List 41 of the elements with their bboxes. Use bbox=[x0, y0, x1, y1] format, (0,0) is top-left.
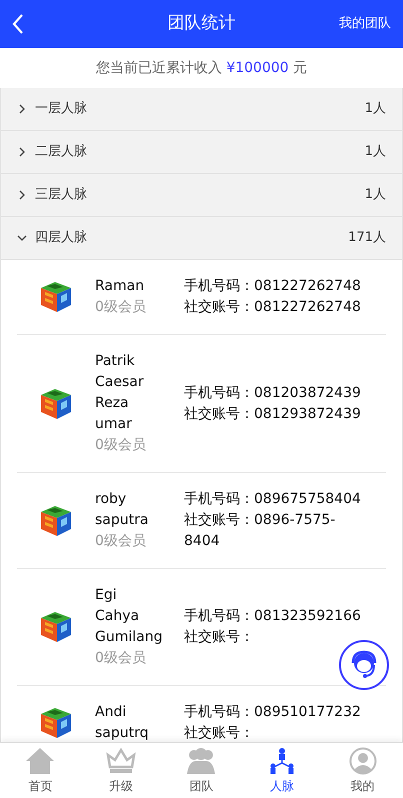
user-icon bbox=[348, 746, 378, 774]
house-icon bbox=[25, 746, 56, 774]
social-account: 社交账号：0896-7575-8404 bbox=[184, 511, 336, 551]
phone-number: 手机号码：081323592166 bbox=[184, 607, 362, 626]
phone-number: 手机号码：081203872439 bbox=[184, 384, 362, 402]
social-account: 社交账号：081227262748 bbox=[184, 298, 362, 317]
level-row[interactable]: 四层人脉 171人 bbox=[1, 217, 402, 260]
member-rank: 0级会员 bbox=[95, 532, 147, 551]
member-name: roby saputra bbox=[95, 490, 150, 530]
member-name: Andi saputrq bbox=[95, 703, 150, 742]
social-account: 社交账号： bbox=[184, 724, 255, 742]
people-icon bbox=[186, 746, 216, 774]
member-rank: 0级会员 bbox=[95, 436, 147, 455]
social-account: 社交账号：081293872439 bbox=[184, 404, 362, 424]
social-account: 社交账号： bbox=[184, 628, 255, 647]
member-rank: 0级会员 bbox=[95, 649, 147, 668]
my-team-link[interactable]: 我的团队 bbox=[339, 14, 391, 34]
tab-item[interactable]: 升级 bbox=[80, 743, 162, 798]
page-title: 团队统计 bbox=[168, 12, 236, 36]
level-row[interactable]: 二层人脉 1人 bbox=[1, 131, 402, 174]
member-name: Raman bbox=[95, 277, 146, 296]
phone-number: 手机号码：089675758404 bbox=[184, 490, 362, 509]
member-name: Egi Cahya Gumilang bbox=[95, 586, 164, 647]
tab-item[interactable]: 团队 bbox=[161, 743, 242, 798]
back-icon bbox=[12, 13, 24, 35]
phone-number: 手机号码：081227262748 bbox=[184, 277, 362, 296]
member-rank: 0级会员 bbox=[95, 298, 147, 317]
tab-item[interactable]: 人脉 bbox=[242, 743, 322, 798]
crown-icon bbox=[106, 746, 136, 774]
income-summary: 您当前已近累计收入 ¥100000 元 bbox=[94, 58, 308, 78]
tab-item[interactable]: 我的 bbox=[322, 743, 403, 798]
chevron-right-icon bbox=[17, 190, 27, 200]
level-row[interactable]: 三层人脉 1人 bbox=[1, 174, 402, 217]
chevron-right-icon bbox=[17, 147, 27, 157]
customer-service-button[interactable] bbox=[339, 640, 389, 690]
level-row[interactable]: 一层人脉 1人 bbox=[1, 88, 402, 131]
phone-number: 手机号码：089510177232 bbox=[184, 703, 362, 722]
member-name: Patrik Caesar Reza umar bbox=[95, 352, 145, 434]
tab-item[interactable]: 首页 bbox=[0, 743, 81, 798]
chevron-down-icon bbox=[17, 233, 27, 243]
chevron-right-icon bbox=[17, 104, 27, 114]
